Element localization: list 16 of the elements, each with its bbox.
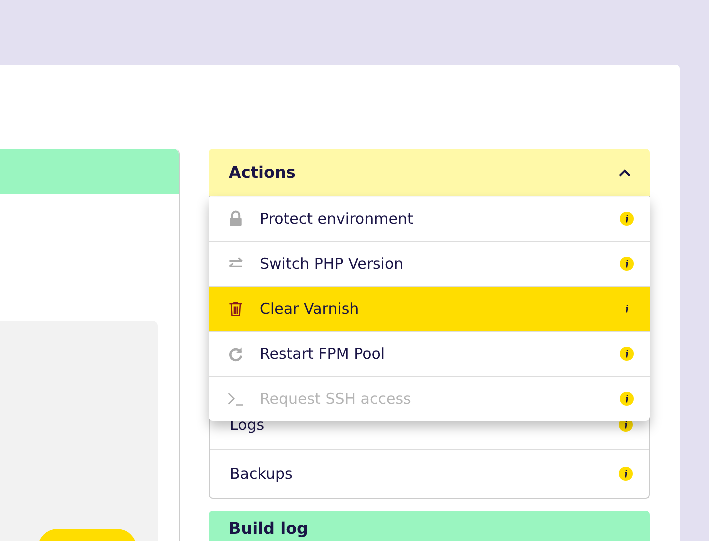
info-icon[interactable] [620,347,634,361]
refresh-icon [227,345,245,363]
menu-item[interactable]: Clear Varnish [209,286,650,331]
trash-icon [227,300,245,318]
section-title: Build log [229,519,309,538]
accordion-title: Actions [229,163,296,182]
list-item[interactable]: Backups [210,449,649,498]
chevron-icon[interactable] [618,168,632,178]
menu-item[interactable]: Restart FPM Pool [209,331,650,376]
menu-item[interactable]: Protect environment [209,197,650,241]
info-icon[interactable] [620,212,634,226]
accordion-header[interactable]: Actions [209,149,650,196]
info-icon[interactable] [619,467,633,481]
lock-icon [227,210,245,228]
info-icon[interactable] [620,257,634,271]
terminal-icon [227,390,245,408]
